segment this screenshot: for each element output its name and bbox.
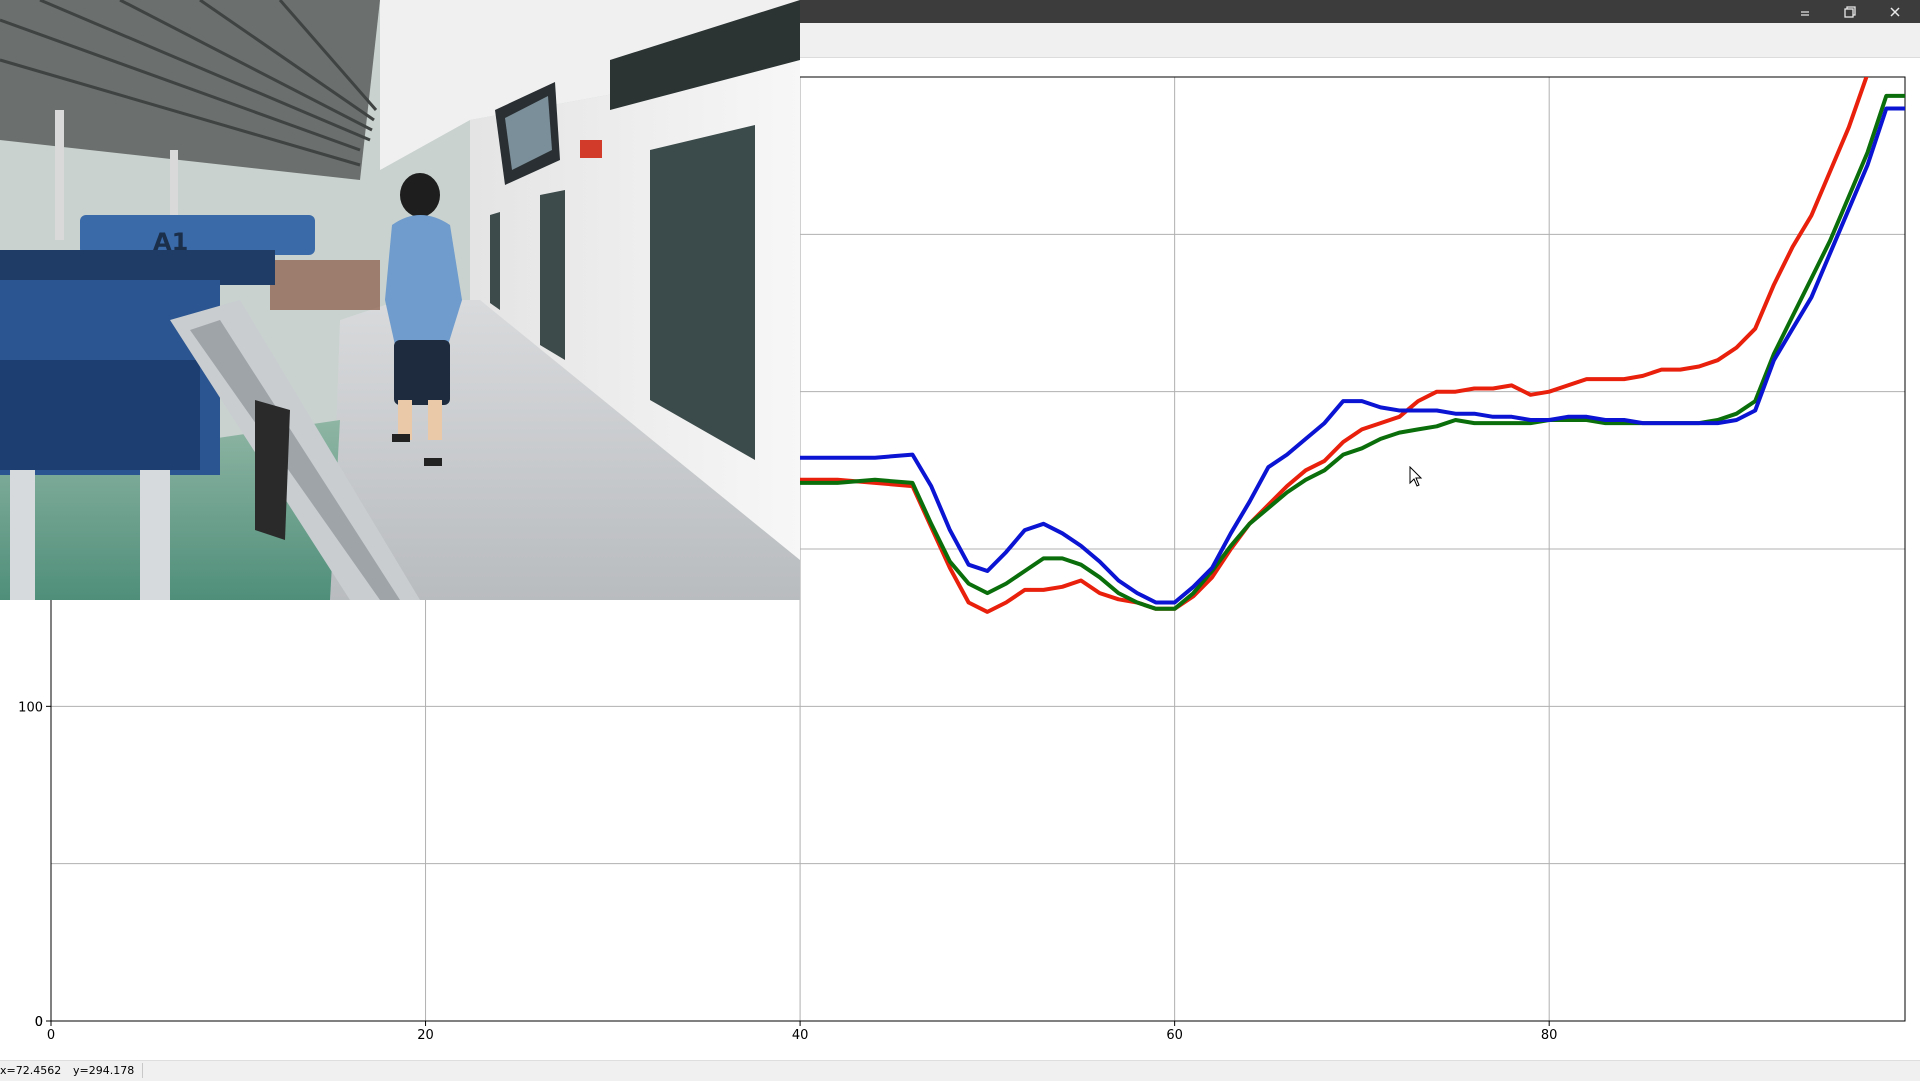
close-button[interactable] <box>1875 0 1915 23</box>
minimize-button[interactable] <box>1785 0 1825 23</box>
x-tick-label: 80 <box>1541 1028 1558 1043</box>
status-separator <box>142 1063 143 1078</box>
status-y-coordinate: y=294.178 <box>73 1064 135 1077</box>
camera-image: A1 <box>0 0 800 600</box>
x-tick-label: 40 <box>792 1028 809 1043</box>
close-icon <box>1890 6 1900 17</box>
door-mid <box>540 190 565 360</box>
minimize-icon <box>1801 10 1809 16</box>
restore-button[interactable] <box>1830 0 1870 23</box>
x-tick-label: 20 <box>417 1028 434 1043</box>
mouse-cursor-icon <box>1409 466 1423 487</box>
status-x-coordinate: x=72.4562 <box>0 1064 62 1077</box>
x-tick-label: 0 <box>47 1028 55 1043</box>
video-frame: A1 <box>0 0 800 600</box>
y-tick-label: 100 <box>18 700 43 715</box>
window-titlebar <box>800 0 1920 23</box>
plot-toolbar <box>800 23 1920 58</box>
restore-icon <box>1844 5 1856 18</box>
device-label: A1 <box>153 228 188 256</box>
status-bar: x=72.4562 y=294.178 <box>0 1060 1920 1081</box>
x-tick-label: 60 <box>1166 1028 1183 1043</box>
y-tick-label: 0 <box>35 1015 43 1030</box>
